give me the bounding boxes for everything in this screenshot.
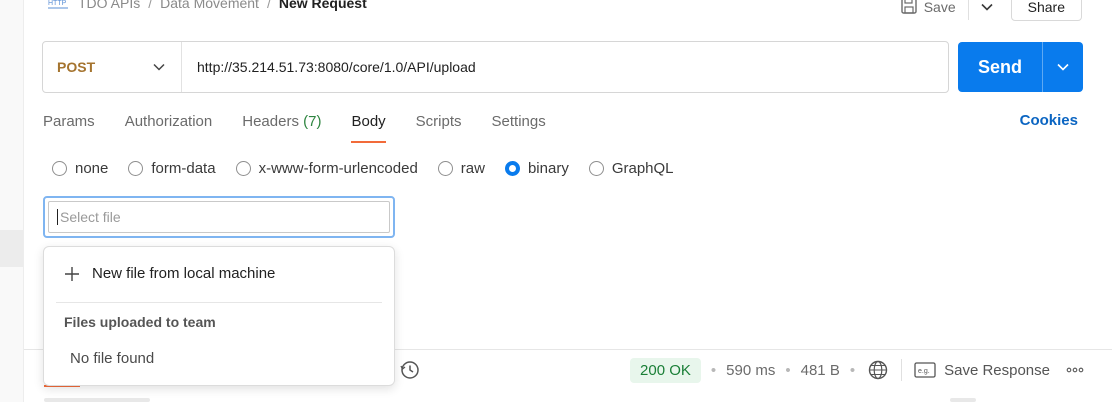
- tab-settings[interactable]: Settings: [492, 111, 546, 143]
- dropdown-section-title: Files uploaded to team: [64, 314, 216, 330]
- radio-raw[interactable]: raw: [437, 159, 485, 177]
- radio-label: form-data: [151, 159, 216, 177]
- separator-dot: •: [785, 361, 791, 379]
- file-select: [43, 196, 395, 238]
- http-icon: HTTP: [46, 0, 70, 11]
- vertical-separator: [901, 359, 903, 381]
- chevron-down-icon: [1057, 63, 1069, 71]
- example-icon: e.g.: [914, 362, 936, 378]
- dropdown-divider: [56, 302, 382, 303]
- plus-icon: [65, 266, 79, 281]
- tab-params[interactable]: Params: [43, 111, 95, 143]
- breadcrumb-item-collection[interactable]: TDO APIs: [78, 0, 140, 11]
- bottom-placeholder-strip: [44, 398, 150, 402]
- radio-graphql[interactable]: GraphQL: [588, 159, 674, 177]
- response-time[interactable]: 590 ms: [726, 362, 775, 379]
- save-button[interactable]: Save: [900, 0, 969, 20]
- tab-authorization[interactable]: Authorization: [125, 111, 213, 143]
- save-response-label: Save Response: [944, 361, 1050, 379]
- radio-button[interactable]: [235, 160, 251, 176]
- radio-button-checked[interactable]: [504, 160, 520, 176]
- tab-label: Headers: [242, 113, 299, 130]
- tab-body[interactable]: Body: [351, 111, 386, 143]
- svg-text:HTTP: HTTP: [48, 0, 67, 7]
- radio-button[interactable]: [588, 160, 604, 176]
- radio-label: x-www-form-urlencoded: [258, 159, 418, 177]
- file-select-box[interactable]: [48, 201, 390, 233]
- breadcrumb-item-folder[interactable]: Data Movement: [160, 0, 259, 11]
- tab-label: Scripts: [415, 113, 462, 130]
- url-bar: POST http://35.214.51.73:8080/core/1.0/A…: [42, 41, 949, 93]
- method-select[interactable]: POST: [43, 42, 182, 92]
- radio-none[interactable]: none: [52, 160, 108, 177]
- top-actions: Save Share: [900, 0, 1082, 21]
- breadcrumb-current[interactable]: New Request: [279, 0, 367, 11]
- radio-label: none: [75, 159, 109, 177]
- bottom-placeholder-strip: [950, 398, 976, 402]
- save-response-button[interactable]: e.g. Save Response: [914, 362, 1050, 379]
- radio-label: raw: [460, 159, 485, 177]
- radio-x-www-form-urlencoded[interactable]: x-www-form-urlencoded: [235, 159, 418, 177]
- status-badge[interactable]: 200 OK: [630, 357, 701, 383]
- tab-label: Params: [43, 113, 95, 130]
- radio-label: GraphQL: [611, 159, 674, 177]
- body-type-radios: none form-data x-www-form-urlencoded raw…: [52, 158, 674, 178]
- radio-binary[interactable]: binary: [504, 159, 569, 177]
- response-size[interactable]: 481 B: [801, 362, 840, 379]
- url-input[interactable]: http://35.214.51.73:8080/core/1.0/API/up…: [182, 42, 948, 92]
- radio-button[interactable]: [128, 160, 144, 176]
- text-caret: [57, 209, 58, 225]
- chevron-down-icon: [981, 3, 993, 11]
- radio-button[interactable]: [437, 160, 453, 176]
- radio-label: binary: [527, 159, 569, 177]
- separator-dot: •: [710, 361, 717, 379]
- method-label: POST: [57, 59, 96, 75]
- cookies-link[interactable]: Cookies: [1020, 112, 1078, 129]
- request-tabs: Params Authorization Headers (7) Body Sc…: [43, 111, 546, 143]
- share-button[interactable]: Share: [1010, 0, 1082, 21]
- save-label: Save: [923, 0, 956, 15]
- sidebar-selected-band: [0, 230, 23, 267]
- tab-label: Authorization: [124, 113, 213, 130]
- new-file-from-local-option[interactable]: New file from local machine: [64, 265, 275, 282]
- send-button-group: Send: [958, 42, 1083, 92]
- send-button[interactable]: Send: [958, 42, 1042, 92]
- radio-form-data[interactable]: form-data: [128, 159, 216, 177]
- tab-label: Settings: [491, 113, 546, 130]
- tab-scripts[interactable]: Scripts: [416, 111, 462, 143]
- separator-dot: •: [849, 361, 856, 379]
- save-options-chevron[interactable]: [969, 0, 1005, 20]
- new-file-label: New file from local machine: [92, 265, 276, 282]
- tab-headers[interactable]: Headers (7): [242, 111, 321, 143]
- breadcrumb: HTTP TDO APIs / Data Movement / New Requ…: [46, 0, 367, 12]
- history-icon[interactable]: [398, 358, 422, 382]
- breadcrumb-separator: /: [266, 0, 271, 11]
- svg-text:e.g.: e.g.: [918, 368, 930, 375]
- more-options-icon[interactable]: [1064, 367, 1086, 373]
- file-select-dropdown: New file from local machine Files upload…: [43, 246, 395, 386]
- left-gutter: [0, 0, 24, 402]
- chevron-down-icon: [153, 63, 165, 71]
- file-select-input[interactable]: [59, 209, 389, 225]
- no-file-found-text: No file found: [70, 350, 155, 367]
- radio-button[interactable]: [52, 160, 67, 176]
- tab-label: Body: [351, 113, 386, 130]
- breadcrumb-separator: /: [148, 0, 153, 11]
- save-icon: [900, 0, 918, 18]
- headers-count: (7): [303, 113, 322, 130]
- globe-icon[interactable]: [867, 359, 889, 381]
- send-options-button[interactable]: [1042, 42, 1083, 92]
- response-bar: 200 OK • 590 ms • 481 B • e.g. Save Resp…: [398, 356, 1086, 384]
